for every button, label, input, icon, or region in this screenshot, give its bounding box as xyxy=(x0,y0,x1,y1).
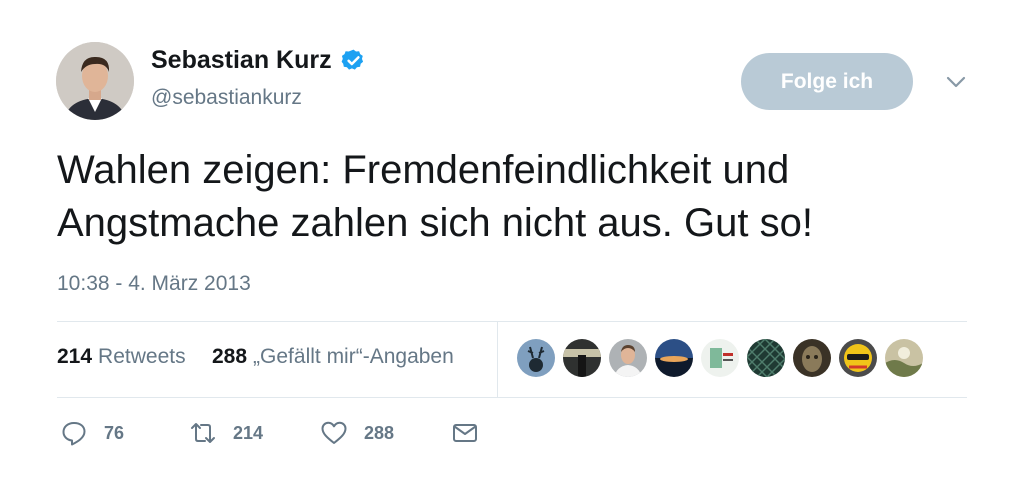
like-action[interactable]: 288 xyxy=(320,419,394,447)
author-name-text[interactable]: Sebastian Kurz xyxy=(151,44,332,76)
tweet-text: Wahlen zeigen: Fremdenfeindlichkeit und … xyxy=(57,148,813,245)
stats-vertical-divider xyxy=(497,322,498,397)
liker-avatar[interactable] xyxy=(517,339,555,377)
retweets-stat-label: Retweets xyxy=(98,345,186,368)
chevron-down-icon[interactable] xyxy=(943,72,969,92)
verified-badge-icon xyxy=(341,48,366,73)
liker-avatar[interactable] xyxy=(609,339,647,377)
liker-avatars xyxy=(517,339,931,377)
reply-action[interactable]: 76 xyxy=(60,419,124,447)
stats-top-divider xyxy=(57,321,967,322)
liker-avatar[interactable] xyxy=(839,339,877,377)
tweet-timestamp[interactable]: 10:38 - 4. März 2013 xyxy=(57,270,251,298)
reply-icon xyxy=(62,422,86,446)
retweet-icon xyxy=(191,423,215,443)
retweets-stat[interactable]: 214 Retweets xyxy=(57,343,186,371)
liker-avatar[interactable] xyxy=(747,339,785,377)
author-name[interactable]: Sebastian Kurz xyxy=(151,44,366,76)
stats-bottom-divider xyxy=(57,397,967,398)
liker-avatar[interactable] xyxy=(563,339,601,377)
liker-avatar[interactable] xyxy=(701,339,739,377)
liker-avatar[interactable] xyxy=(793,339,831,377)
like-count: 288 xyxy=(364,422,395,443)
retweet-count: 214 xyxy=(233,422,264,443)
likes-stat[interactable]: 288 „Gefällt mir“-Angaben xyxy=(212,343,454,371)
likes-stat-label: „Gefällt mir“-Angaben xyxy=(253,345,454,368)
envelope-icon xyxy=(453,424,477,442)
author-handle[interactable]: @sebastiankurz xyxy=(151,84,302,112)
likes-stat-count: 288 xyxy=(212,345,248,368)
liker-avatar[interactable] xyxy=(885,339,923,377)
retweet-action[interactable]: 214 xyxy=(189,419,263,447)
reply-count: 76 xyxy=(104,422,125,443)
message-action[interactable] xyxy=(451,419,479,447)
heart-icon xyxy=(321,421,347,444)
author-avatar[interactable] xyxy=(56,42,134,120)
follow-button[interactable]: Folge ich xyxy=(741,53,913,110)
liker-avatar[interactable] xyxy=(655,339,693,377)
retweets-stat-count: 214 xyxy=(57,345,93,368)
